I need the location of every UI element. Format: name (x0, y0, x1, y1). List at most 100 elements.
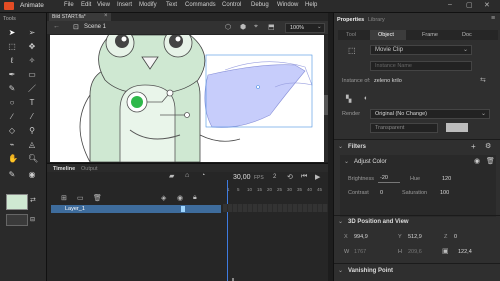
stroke-swatch[interactable] (6, 214, 28, 226)
brightness-input[interactable]: -20 (378, 174, 400, 183)
chevron-down-icon[interactable]: ⌄ (338, 218, 343, 225)
vanishing-point-title[interactable]: Vanishing Point (348, 268, 393, 274)
edit-symbols-icon[interactable]: ⬡ (225, 23, 231, 31)
paint-brush-icon[interactable]: ⁄ (28, 113, 36, 121)
menu-window[interactable]: Window (277, 2, 298, 8)
menu-modify[interactable]: Modify (139, 2, 157, 8)
saturation-value[interactable]: 100 (440, 190, 449, 196)
menu-insert[interactable]: Insert (117, 2, 132, 8)
document-tab[interactable]: Bild START.fla* × (49, 13, 111, 21)
filter-settings-icon[interactable]: ⚙ (485, 142, 491, 150)
clip-content-icon[interactable]: ⬒ (268, 23, 275, 31)
frame-ruler[interactable]: 1 5 10 15 20 25 30 35 40 45 (223, 186, 328, 194)
fps-value[interactable]: 30,00 (233, 174, 251, 181)
layer-name[interactable]: Layer_1 (65, 206, 85, 212)
3d-position-title[interactable]: 3D Position and View (348, 219, 409, 225)
fill-swatch[interactable] (6, 194, 28, 210)
eyedropper-tool-icon[interactable]: ⌁ (8, 141, 16, 149)
maximize-icon[interactable]: ▢ (466, 1, 473, 9)
stage-vertical-scrollbar[interactable] (324, 35, 328, 162)
swap-colors-icon[interactable]: ⇄ (30, 196, 36, 204)
visibility-icon[interactable]: ◐ (364, 95, 368, 102)
loop-icon[interactable]: ⟲ (287, 173, 293, 181)
line-tool-icon[interactable]: ／ (28, 85, 36, 93)
transparent-select[interactable]: Transparent (370, 123, 438, 133)
new-layer-icon[interactable]: ⊞ (61, 194, 67, 202)
zoom-field[interactable]: 100% ⌄ (285, 23, 325, 33)
step-back-icon[interactable]: ⏮ (301, 173, 307, 181)
eraser-tool-icon[interactable]: ◇ (8, 127, 16, 135)
y-value[interactable]: 512,9 (408, 234, 422, 240)
frame-strip[interactable] (223, 204, 328, 212)
edit-scene-icon[interactable]: ⬢ (240, 23, 246, 31)
selection-tool-icon[interactable]: ➤ (8, 29, 16, 37)
subtab-doc[interactable]: Doc (462, 32, 472, 38)
x-value[interactable]: 994,9 (354, 234, 368, 240)
filters-title[interactable]: Filters (348, 144, 366, 150)
tab-properties[interactable]: Properties (337, 17, 364, 23)
free-transform-tool-icon[interactable]: ⬚ (8, 43, 16, 51)
chevron-down-icon[interactable]: ⌄ (338, 143, 343, 150)
magic-wand-icon[interactable]: ✧ (28, 57, 36, 65)
menu-commands[interactable]: Commands (185, 2, 216, 8)
close-tab-icon[interactable]: × (104, 13, 108, 19)
add-filter-icon[interactable]: + (471, 142, 476, 151)
default-colors-icon[interactable]: ⊟ (30, 216, 35, 223)
layer-row[interactable]: Layer_1 (51, 205, 221, 213)
subtab-frame[interactable]: Frame (422, 32, 438, 38)
chevron-down-icon[interactable]: ⌄ (338, 267, 343, 274)
menu-help[interactable]: Help (305, 2, 317, 8)
menu-file[interactable]: File (64, 2, 74, 8)
z-value[interactable]: 0 (454, 234, 457, 240)
eye-icon[interactable]: ◉ (474, 157, 480, 165)
center-stage-icon[interactable]: ⌖ (254, 23, 258, 31)
paint-bucket-icon[interactable]: ◬ (28, 141, 36, 149)
menu-text[interactable]: Text (166, 2, 177, 8)
new-folder-icon[interactable]: ▭ (77, 194, 84, 202)
pen-tool-icon[interactable]: ✒ (8, 71, 16, 79)
hand-tool-icon[interactable]: ✋ (8, 155, 18, 163)
subtab-object[interactable]: Object (370, 30, 406, 40)
bone-tool-icon[interactable]: ⚲ (28, 127, 36, 135)
play-icon[interactable]: ▶ (315, 173, 320, 181)
menu-debug[interactable]: Debug (251, 2, 269, 8)
back-arrow-icon[interactable]: ← (53, 23, 60, 30)
playhead[interactable] (227, 180, 228, 281)
close-icon[interactable]: ✕ (484, 1, 490, 9)
chevron-down-icon[interactable]: ⌄ (344, 158, 349, 165)
brush-tool-icon[interactable]: ∕ (8, 113, 16, 121)
delete-layer-icon[interactable]: 🗑︎ (93, 194, 102, 202)
subtab-tool[interactable]: Tool (346, 32, 356, 38)
scene-label[interactable]: Scene 1 (84, 24, 106, 30)
minimize-icon[interactable]: – (448, 1, 452, 8)
rectangle-tool-icon[interactable]: ▭ (28, 71, 36, 79)
contrast-value[interactable]: 0 (380, 190, 383, 196)
lasso-tool-icon[interactable]: ℓ (8, 57, 16, 65)
hue-value[interactable]: 120 (442, 176, 451, 182)
keyframe[interactable] (181, 206, 185, 212)
stroke-color-icon[interactable]: ✎ (8, 171, 16, 179)
text-tool-icon[interactable]: T (28, 99, 36, 107)
blend-mode-icon[interactable]: ▚ (346, 95, 351, 103)
trash-icon[interactable]: 🗑︎ (486, 157, 495, 165)
pencil-tool-icon[interactable]: ✎ (8, 85, 16, 93)
panel-menu-icon[interactable]: ≡ (491, 15, 495, 22)
show-hide-icon[interactable]: ◉ (177, 194, 183, 202)
tab-library[interactable]: Library (368, 17, 385, 23)
camera-icon[interactable]: ▰ (169, 172, 174, 180)
layer-parenting-icon[interactable]: ⌂ (185, 172, 189, 179)
menu-edit[interactable]: Edit (81, 2, 91, 8)
menu-control[interactable]: Control (222, 2, 241, 8)
perspective-value[interactable]: 122,4 (458, 249, 472, 255)
highlight-layers-icon[interactable]: ◈ (161, 194, 166, 202)
instance-name-input[interactable]: Instance Name (370, 61, 472, 71)
zoom-tool-icon[interactable]: 🔍︎ (28, 155, 38, 163)
symbol-type-select[interactable]: Movie Clip ⌄ (370, 45, 472, 55)
lock-icon[interactable]: 🔒︎ (193, 194, 197, 202)
3d-rotation-tool-icon[interactable]: ✥ (28, 43, 36, 51)
vertical-scroll-thumb[interactable] (324, 95, 328, 115)
render-select[interactable]: Original (No Change) ⌄ (370, 109, 490, 119)
menu-view[interactable]: View (97, 2, 110, 8)
stage-canvas[interactable] (50, 35, 324, 162)
background-color-swatch[interactable] (446, 123, 468, 132)
